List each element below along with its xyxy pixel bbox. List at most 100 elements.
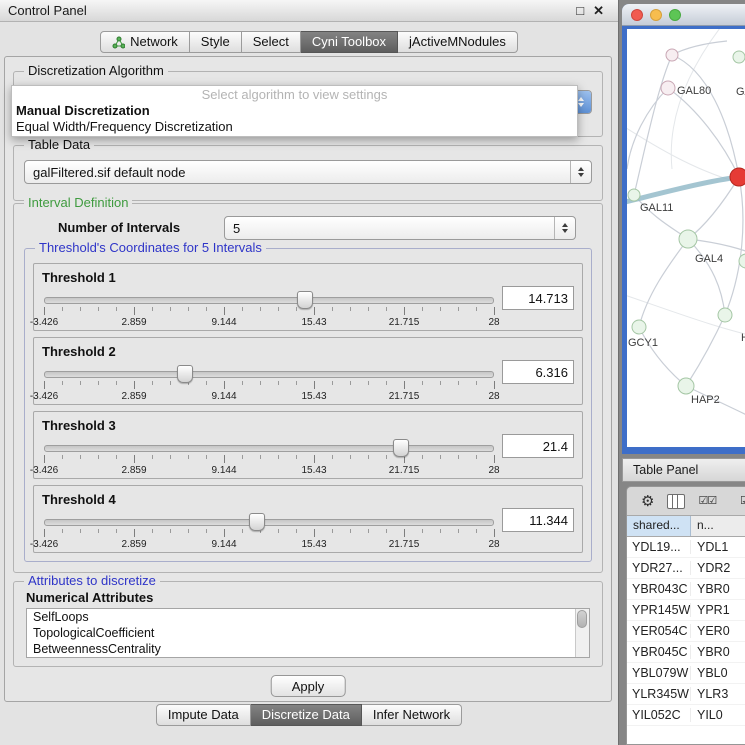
slider-ticks [44,455,494,459]
menu-item-equal-width-frequency[interactable]: Equal Width/Frequency Discretization [12,119,577,135]
network-node[interactable] [679,230,697,248]
table-row[interactable]: YIL052CYIL0 [627,705,745,726]
table-panel-title: Table Panel [633,463,698,477]
table-row[interactable]: YDL19...YDL1 [627,537,745,558]
threshold-value-field[interactable] [502,286,574,310]
table-row[interactable]: YER054CYER0 [627,621,745,642]
slider-track[interactable] [44,297,494,304]
threshold-slider[interactable]: -3.4262.8599.14415.4321.71528 [44,290,494,330]
network-node[interactable] [733,51,745,63]
threshold-panel: Threshold 2 -3.4262.8599.14415.4321.71528 [33,337,583,405]
slider-handle[interactable] [177,365,193,383]
tab-discretize-data[interactable]: Discretize Data [251,704,362,726]
zoom-traffic-light-icon[interactable] [669,9,681,21]
list-item[interactable]: SelfLoops [27,609,589,625]
table-row[interactable]: YDR27...YDR2 [627,558,745,579]
combo-stepper-icon[interactable] [554,217,575,239]
network-node[interactable] [678,378,694,394]
network-node-label: HAP2 [691,394,720,406]
slider-track[interactable] [44,371,494,378]
table-row[interactable]: YBR045CYBR0 [627,642,745,663]
network-node[interactable] [628,189,640,201]
network-node[interactable] [632,320,646,334]
threshold-value-field[interactable] [502,434,574,458]
network-window-titlebar[interactable] [622,4,745,26]
tab-impute-data[interactable]: Impute Data [156,704,251,726]
threshold-label: Threshold 1 [42,270,116,285]
combo-stepper-icon[interactable] [570,161,591,183]
table-data-select[interactable]: galFiltered.sif default node [24,160,592,184]
threshold-slider[interactable]: -3.4262.8599.14415.4321.71528 [44,364,494,404]
network-node-red[interactable] [730,168,745,186]
list-item[interactable]: TopologicalCoefficient [27,625,589,641]
slider-handle[interactable] [393,439,409,457]
apply-button[interactable]: Apply [271,675,346,697]
table-row[interactable]: YPR145WYPR1 [627,600,745,621]
gear-icon[interactable]: ⚙ [641,494,654,509]
minimize-traffic-light-icon[interactable] [650,9,662,21]
slider-handle[interactable] [297,291,313,309]
faint-edges [627,29,745,339]
axis-tick-label: -3.426 [30,391,58,402]
columns-icon[interactable] [667,494,685,509]
slider-track[interactable] [44,519,494,526]
slider-ticks [44,381,494,385]
number-of-intervals-select[interactable]: 5 [224,216,576,240]
scrollbar-thumb[interactable] [577,610,587,628]
table-toolbar: ⚙ ☑☑ ☑ [627,487,745,515]
column-header-shared-name[interactable]: shared... [627,516,691,536]
network-node-label: H [741,332,745,344]
network-node[interactable] [661,81,675,95]
titlebar-icons: □ ✕ [576,3,604,19]
threshold-value-field[interactable] [502,508,574,532]
scrollbar[interactable] [575,609,589,657]
tab-infer-network[interactable]: Infer Network [362,704,462,726]
tab-cyni-toolbox[interactable]: Cyni Toolbox [301,31,398,53]
cell-name: YDL1 [691,540,745,554]
tab-style[interactable]: Style [190,31,242,53]
network-canvas[interactable]: GAL80 GA GAL11 GAL4 GCY1 H HAP2 [627,29,745,447]
select-all-icon[interactable]: ☑☑ [698,496,716,507]
menu-item-manual-discretization[interactable]: Manual Discretization [12,103,577,119]
slider-track[interactable] [44,445,494,452]
axis-tick-label: -3.426 [30,317,58,328]
select-rows-icon[interactable]: ☑ [740,496,745,507]
table-panel-header[interactable]: Table Panel [622,458,745,482]
cell-name: YBR0 [691,645,745,659]
axis-tick-label: 15.43 [301,317,326,328]
network-node[interactable] [666,49,678,61]
app-root: Control Panel □ ✕ Network Style Select C… [0,0,745,745]
major-tick [134,381,135,389]
table-row[interactable]: YLR345WYLR3 [627,684,745,705]
tab-label: Style [201,32,230,52]
list-item[interactable]: BetweennessCentrality [27,641,589,657]
numerical-attributes-label: Numerical Attributes [26,590,153,605]
column-header-name[interactable]: n... [691,516,745,536]
close-traffic-light-icon[interactable] [631,9,643,21]
threshold-slider[interactable]: -3.4262.8599.14415.4321.71528 [44,512,494,552]
slider-handle[interactable] [249,513,265,531]
close-icon[interactable]: ✕ [593,3,604,19]
table-row[interactable]: YBR043CYBR0 [627,579,745,600]
cell-name: YER0 [691,624,745,638]
network-node[interactable] [718,308,732,322]
table-row[interactable]: YBL079WYBL0 [627,663,745,684]
threshold-panel: Threshold 4 -3.4262.8599.14415.4321.71528 [33,485,583,553]
tab-jactivemnodules[interactable]: jActiveMNodules [398,31,518,53]
threshold-slider[interactable]: -3.4262.8599.14415.4321.71528 [44,438,494,478]
axis-tick-label: -3.426 [30,465,58,476]
tab-network[interactable]: Network [100,31,190,53]
axis-tick-label: 21.715 [389,317,420,328]
axis-tick-label: 9.144 [211,317,236,328]
float-window-icon[interactable]: □ [576,3,584,19]
axis-tick-label: 9.144 [211,465,236,476]
tab-select[interactable]: Select [242,31,301,53]
cell-name: YLR3 [691,687,745,701]
numerical-attributes-list[interactable]: SelfLoops TopologicalCoefficient Between… [26,608,590,658]
threshold-value-field[interactable] [502,360,574,384]
major-tick [404,529,405,537]
network-node-label: GAL11 [640,202,673,214]
threshold-label: Threshold 2 [42,344,116,359]
threshold-label: Threshold 4 [42,492,116,507]
cell-shared-name: YLR345W [627,687,691,701]
